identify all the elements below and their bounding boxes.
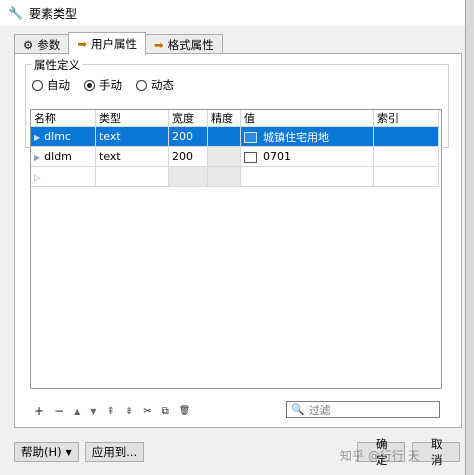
radio-auto[interactable]: 自动 bbox=[32, 77, 70, 93]
cell-precision[interactable] bbox=[207, 146, 241, 167]
move-down-icon[interactable]: ▼ bbox=[90, 407, 96, 416]
cell-text: 城镇住宅用地 bbox=[263, 130, 329, 144]
cell-value[interactable] bbox=[240, 166, 374, 187]
cell-precision[interactable] bbox=[207, 166, 241, 187]
move-bottom-icon[interactable]: ⇟ bbox=[125, 406, 133, 417]
radio-button[interactable] bbox=[32, 79, 43, 91]
radio-button[interactable] bbox=[84, 79, 95, 91]
radio-dynamic[interactable]: 动态 bbox=[136, 77, 174, 93]
tab-label: 格式属性 bbox=[167, 38, 214, 52]
radio-label: 手动 bbox=[99, 78, 122, 92]
cell-value[interactable]: 0701 bbox=[240, 146, 374, 167]
table-row[interactable]: ▶ dlmc text 200 城镇住宅用地 bbox=[31, 126, 439, 147]
window-title: 要素类型 bbox=[28, 6, 77, 21]
tab-label: 用户属性 bbox=[90, 37, 137, 51]
cell-name[interactable]: ▷ bbox=[31, 166, 96, 187]
tab-bar: ⚙ 参数 ➡ 用户属性 ➡ 格式属性 bbox=[14, 32, 223, 55]
cell-index[interactable] bbox=[373, 166, 439, 187]
move-top-icon[interactable]: ⇞ bbox=[106, 406, 114, 417]
background-window-edge bbox=[466, 0, 474, 475]
copy-icon[interactable]: ⧉ bbox=[162, 406, 169, 417]
group-title: 属性定义 bbox=[32, 57, 82, 73]
field-icon bbox=[244, 132, 257, 143]
arrow-icon: ➡ bbox=[153, 38, 164, 52]
search-icon: 🔍 bbox=[291, 403, 305, 416]
radio-manual[interactable]: 手动 bbox=[84, 77, 122, 93]
cell-width[interactable] bbox=[168, 166, 208, 187]
col-index[interactable]: 索引 bbox=[373, 110, 439, 127]
attribute-table: 名称 类型 宽度 精度 值 索引 ▶dlmc text 200 城镇住宅用地 bbox=[30, 109, 442, 389]
remove-icon[interactable]: − bbox=[54, 404, 64, 418]
table-toolbar: + − ▲ ▼ ⇞ ⇟ ✂ ⧉ 🗑 bbox=[34, 404, 190, 418]
col-precision[interactable]: 精度 bbox=[207, 110, 241, 127]
filter-input[interactable]: 🔍 过滤 bbox=[286, 401, 440, 418]
delete-icon[interactable]: 🗑 bbox=[179, 406, 190, 416]
app-icon: 🔧 bbox=[8, 6, 23, 20]
button-label: 确定 bbox=[376, 437, 388, 467]
radio-button[interactable] bbox=[136, 79, 147, 91]
cell-name[interactable]: ▶ dlmc bbox=[31, 126, 96, 147]
ok-button[interactable]: 确定 bbox=[357, 437, 405, 467]
row-pointer-icon: ▶ bbox=[34, 153, 41, 162]
add-icon[interactable]: + bbox=[34, 404, 44, 418]
cancel-button[interactable]: 取消 bbox=[412, 437, 460, 467]
radio-label: 自动 bbox=[47, 78, 70, 92]
definition-radio-group: 自动 手动 动态 bbox=[32, 77, 174, 93]
help-button[interactable]: 帮助(H) ▼ bbox=[14, 442, 79, 462]
field-icon bbox=[244, 151, 257, 163]
filter-placeholder: 过滤 bbox=[308, 403, 331, 417]
tab-params[interactable]: ⚙ 参数 bbox=[14, 34, 70, 55]
cell-width[interactable]: 200 bbox=[168, 146, 208, 167]
cell-value[interactable]: 城镇住宅用地 bbox=[240, 126, 374, 147]
table-row-new[interactable]: ▷ bbox=[31, 166, 439, 187]
col-width[interactable]: 宽度 bbox=[168, 110, 208, 127]
tab-label: 参数 bbox=[37, 38, 61, 52]
cell-type[interactable]: text bbox=[95, 126, 169, 147]
col-type[interactable]: 类型 bbox=[95, 110, 169, 127]
cell-index[interactable] bbox=[373, 146, 439, 167]
title-bar: 🔧 要素类型 bbox=[0, 0, 465, 26]
cell-precision[interactable] bbox=[207, 126, 241, 147]
cell-text: dlmc bbox=[44, 130, 71, 143]
cell-text: 0701 bbox=[263, 150, 291, 163]
arrow-icon: ➡ bbox=[77, 37, 87, 51]
cell-type[interactable] bbox=[95, 166, 169, 187]
table-row[interactable]: ▶ dldm text 200 0701 bbox=[31, 146, 439, 167]
cut-icon[interactable]: ✂ bbox=[143, 406, 151, 417]
col-value[interactable]: 值 bbox=[240, 110, 374, 127]
tab-format-attributes[interactable]: ➡ 格式属性 bbox=[144, 34, 223, 55]
cell-text: dldm bbox=[44, 150, 72, 163]
tab-user-attributes[interactable]: ➡ 用户属性 bbox=[68, 32, 146, 55]
cell-index[interactable] bbox=[373, 126, 439, 147]
cell-type[interactable]: text bbox=[95, 146, 169, 167]
cell-name[interactable]: ▶ dldm bbox=[31, 146, 96, 167]
button-label: 应用到... bbox=[91, 445, 138, 459]
move-up-icon[interactable]: ▲ bbox=[74, 407, 80, 416]
apply-to-button[interactable]: 应用到... bbox=[84, 442, 145, 462]
chevron-down-icon: ▼ bbox=[65, 447, 72, 457]
button-label: 取消 bbox=[431, 437, 443, 467]
bottom-buttons: 帮助(H) ▼ 应用到... bbox=[14, 442, 145, 462]
dialog-window: 🔧 要素类型 ⚙ 参数 ➡ 用户属性 ➡ 格式属性 属性定义 自动 手动 动态 … bbox=[0, 0, 466, 475]
button-label: 帮助(H) bbox=[21, 445, 62, 459]
radio-label: 动态 bbox=[151, 78, 174, 92]
col-name[interactable]: 名称 bbox=[31, 110, 96, 127]
cell-width[interactable]: 200 bbox=[168, 126, 208, 147]
table-header: 名称 类型 宽度 精度 值 索引 bbox=[31, 110, 439, 127]
row-pointer-icon: ▶ bbox=[34, 133, 41, 142]
gear-icon: ⚙ bbox=[23, 38, 34, 52]
row-pointer-icon: ▷ bbox=[34, 173, 41, 182]
